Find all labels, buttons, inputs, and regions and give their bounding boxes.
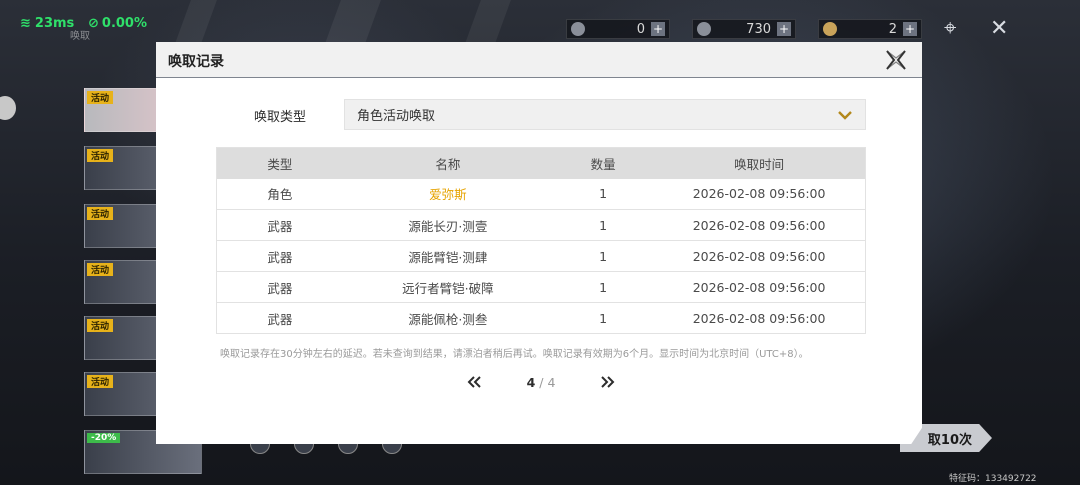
summon-records-table: 类型 名称 数量 唤取时间 角色 爱弥斯 1 2026-02-08 09:56:…: [216, 147, 866, 334]
currency-orb: 0 +: [566, 19, 670, 39]
column-header-quantity: 数量: [553, 147, 654, 179]
close-icon: [886, 50, 906, 70]
cell-quantity: 1: [553, 271, 654, 303]
cell-type: 武器: [216, 209, 343, 241]
add-orb-button[interactable]: +: [651, 22, 665, 36]
table-row: 武器 源能臂铠·测肆 1 2026-02-08 09:56:00: [216, 240, 866, 272]
table-row: 武器 源能佩枪·测叁 1 2026-02-08 09:56:00: [216, 302, 866, 334]
page-indicator: 4 / 4: [527, 375, 556, 390]
cell-quantity: 1: [553, 302, 654, 334]
cell-name: 源能臂铠·测肆: [342, 240, 553, 272]
table-row: 武器 源能长刃·测壹 1 2026-02-08 09:56:00: [216, 209, 866, 241]
add-star-button[interactable]: +: [777, 22, 791, 36]
currency-star: 730 +: [692, 19, 796, 39]
summon-type-value: 角色活动唤取: [357, 109, 436, 124]
target-icon[interactable]: ⌖: [944, 16, 956, 41]
dialog-title: 唤取记录: [168, 54, 224, 70]
previous-page-icon[interactable]: [466, 376, 482, 388]
verification-code: 特征码：133492722: [949, 474, 1037, 484]
chevron-down-icon: [838, 111, 852, 120]
cell-type: 武器: [216, 240, 343, 272]
close-button[interactable]: [884, 48, 908, 72]
star-icon: [697, 22, 711, 36]
cell-name: 源能长刃·测壹: [342, 209, 553, 241]
add-coin-button[interactable]: +: [903, 22, 917, 36]
table-row: 角色 爱弥斯 1 2026-02-08 09:56:00: [216, 178, 866, 210]
column-header-time: 唤取时间: [653, 147, 866, 179]
cell-name: 远行者臂铠·破障: [342, 271, 553, 303]
summon-type-label: 唤取类型: [254, 110, 307, 125]
cell-quantity: 1: [553, 178, 654, 210]
status-sub-label: 唤取: [70, 31, 90, 42]
currency-coin: 2 +: [818, 19, 922, 39]
dialog-header: 唤取记录: [156, 42, 922, 78]
cell-type: 角色: [216, 178, 343, 210]
exit-icon[interactable]: ✕: [990, 16, 1008, 41]
total-pages: / 4: [539, 374, 556, 390]
wifi-icon: ≋: [20, 16, 31, 31]
cell-quantity: 1: [553, 240, 654, 272]
cell-time: 2026-02-08 09:56:00: [653, 209, 866, 241]
cell-name: 爱弥斯: [342, 178, 553, 210]
cell-quantity: 1: [553, 209, 654, 241]
delay-notice: 唤取记录存在30分钟左右的延迟。若未查询到结果，请漂泊者稍后再试。唤取记录有效期…: [220, 349, 809, 360]
ping-indicator: ≋ 23ms: [20, 16, 75, 31]
column-header-type: 类型: [216, 147, 343, 179]
summon-type-dropdown[interactable]: 角色活动唤取: [344, 99, 866, 130]
cell-time: 2026-02-08 09:56:00: [653, 271, 866, 303]
table-header-row: 类型 名称 数量 唤取时间: [216, 147, 866, 179]
next-page-icon[interactable]: [600, 376, 616, 388]
table-row: 武器 远行者臂铠·破障 1 2026-02-08 09:56:00: [216, 271, 866, 303]
packet-loss-indicator: ⊘ 0.00%: [88, 16, 148, 31]
pagination: 4 / 4: [466, 372, 616, 392]
cell-type: 武器: [216, 271, 343, 303]
cell-time: 2026-02-08 09:56:00: [653, 178, 866, 210]
cell-time: 2026-02-08 09:56:00: [653, 302, 866, 334]
coin-icon: [823, 22, 837, 36]
summon-history-dialog: 唤取记录 唤取类型 角色活动唤取 类型 名称 数量 唤取时间 角色 爱弥斯 1 …: [156, 42, 922, 444]
current-page: 4: [526, 374, 536, 390]
cell-name: 源能佩枪·测叁: [342, 302, 553, 334]
cell-type: 武器: [216, 302, 343, 334]
orb-icon: [571, 22, 585, 36]
cell-time: 2026-02-08 09:56:00: [653, 240, 866, 272]
column-header-name: 名称: [342, 147, 553, 179]
